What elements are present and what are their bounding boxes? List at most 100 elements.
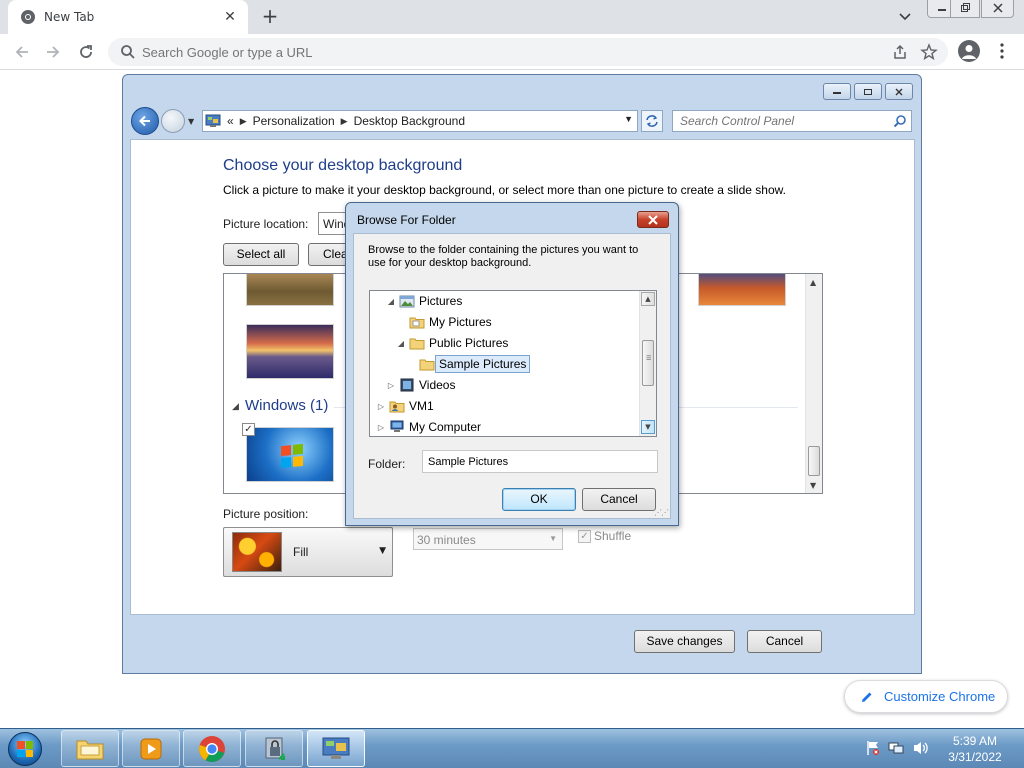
customize-chrome-button[interactable]: Customize Chrome <box>844 680 1008 713</box>
breadcrumb-overflow[interactable]: « <box>227 114 234 128</box>
scroll-down-icon[interactable]: ▼ <box>641 420 655 434</box>
new-tab-button[interactable]: + <box>258 6 282 28</box>
computer-icon <box>390 420 404 432</box>
cp-maximize-button[interactable] <box>854 83 882 100</box>
shuffle-label: Shuffle <box>594 529 632 543</box>
clock[interactable]: 5:39 AM 3/31/2022 <box>940 733 1010 765</box>
cp-cancel-button[interactable]: Cancel <box>747 630 822 653</box>
volume-icon[interactable] <box>912 740 930 756</box>
control-panel-icon <box>322 737 350 759</box>
share-icon[interactable] <box>892 44 908 60</box>
select-all-button[interactable]: Select all <box>223 243 299 266</box>
omnibox-input[interactable] <box>142 44 948 60</box>
taskbar-chrome[interactable] <box>183 730 241 767</box>
security-lock-icon <box>265 737 285 760</box>
cp-close-button[interactable] <box>885 83 913 100</box>
more-vert-icon[interactable] <box>995 42 1009 60</box>
reload-button[interactable] <box>74 40 98 64</box>
scroll-down-icon[interactable]: ▼ <box>810 481 816 490</box>
cp-back-button[interactable] <box>131 107 159 135</box>
taskbar-control-panel[interactable] <box>307 730 365 767</box>
tab-close-icon[interactable]: ✕ <box>222 9 238 25</box>
breadcrumb-personalization[interactable]: Personalization <box>253 114 335 128</box>
start-button[interactable] <box>8 732 42 766</box>
cp-refresh-button[interactable] <box>641 110 663 132</box>
picture-position-label: Picture position: <box>223 507 309 521</box>
folder-tree-scrollbar[interactable]: ▲ ☰ ▼ <box>639 291 656 436</box>
dialog-close-button[interactable] <box>637 211 669 228</box>
window-restore-button[interactable] <box>950 0 980 18</box>
dialog-title: Browse For Folder <box>357 213 456 227</box>
tree-item-videos[interactable]: ▷ Videos <box>386 375 456 395</box>
group-title-windows[interactable]: Windows (1) <box>245 397 328 414</box>
shuffle-checkbox: ✓ <box>578 530 591 543</box>
forward-button[interactable] <box>41 40 65 64</box>
taskbar-security-tool[interactable] <box>245 730 303 767</box>
cp-search-box[interactable] <box>672 110 912 132</box>
windows-logo-icon <box>281 443 303 469</box>
arrow-right-icon <box>47 46 60 58</box>
profile-avatar[interactable] <box>958 40 980 62</box>
picture-position-combo[interactable]: Fill ▼ <box>223 527 393 577</box>
tree-item-my-computer[interactable]: ▷ My Computer <box>376 417 481 436</box>
tree-item-pictures[interactable]: ◢ Pictures <box>386 291 462 311</box>
control-panel-icon <box>205 114 221 127</box>
tree-item-vm1[interactable]: ▷ VM1 <box>376 396 434 416</box>
tree-item-sample-pictures[interactable]: Sample Pictures <box>406 354 531 374</box>
cp-address-bar[interactable]: « ▶ Personalization ▶ Desktop Background… <box>202 110 638 132</box>
breadcrumb-desktop-background[interactable]: Desktop Background <box>354 114 465 128</box>
ok-button[interactable]: OK <box>502 488 576 511</box>
picture-thumbnail[interactable] <box>246 274 334 306</box>
tab-search-chevron-icon[interactable] <box>895 8 915 26</box>
position-preview-image <box>232 532 282 572</box>
tree-expander-icon[interactable]: ▷ <box>376 423 386 432</box>
search-icon[interactable] <box>893 114 907 128</box>
scroll-up-icon[interactable]: ▲ <box>810 278 816 287</box>
reload-icon <box>80 45 92 58</box>
dialog-cancel-button[interactable]: Cancel <box>582 488 656 511</box>
bookmark-star-icon[interactable] <box>920 43 938 61</box>
action-center-flag-icon[interactable] <box>866 740 880 756</box>
group-collapse-icon[interactable]: ◢ <box>232 402 239 412</box>
picture-list-scrollbar[interactable]: ▲ ▼ <box>805 274 822 493</box>
scroll-thumb[interactable] <box>808 446 820 476</box>
picture-thumbnail[interactable] <box>698 274 786 306</box>
scroll-up-icon[interactable]: ▲ <box>641 292 655 306</box>
cp-search-input[interactable] <box>680 114 893 128</box>
tree-expander-icon[interactable]: ◢ <box>386 297 396 306</box>
recent-pages-dropdown-icon[interactable]: ▼ <box>188 117 194 126</box>
taskbar-file-explorer[interactable] <box>61 730 119 767</box>
tree-item-public-pictures[interactable]: ◢ Public Pictures <box>396 333 508 353</box>
tree-expander-icon[interactable]: ▷ <box>386 381 396 390</box>
save-changes-button[interactable]: Save changes <box>634 630 735 653</box>
window-close-button[interactable] <box>981 0 1014 18</box>
windows-wallpaper-thumbnail[interactable] <box>246 427 334 482</box>
cp-forward-button[interactable] <box>161 109 185 133</box>
breadcrumb-chevron-icon[interactable]: ▶ <box>341 116 348 127</box>
customize-chrome-label: Customize Chrome <box>884 689 996 704</box>
clear-all-button[interactable]: Clear all <box>308 243 348 266</box>
media-player-icon <box>140 738 162 759</box>
cp-caption-buttons <box>823 83 913 100</box>
videos-library-icon <box>400 378 414 392</box>
dialog-description: Browse to the folder containing the pict… <box>368 244 639 269</box>
picture-thumbnail[interactable] <box>246 324 334 379</box>
taskbar-media-player[interactable] <box>122 730 180 767</box>
tab-new-tab[interactable]: New Tab ✕ <box>8 0 248 34</box>
breadcrumb-chevron-icon[interactable]: ▶ <box>240 116 247 127</box>
cp-minimize-button[interactable] <box>823 83 851 100</box>
tree-expander-icon[interactable]: ◢ <box>396 339 406 348</box>
back-button[interactable] <box>10 40 34 64</box>
tree-expander-icon[interactable]: ▷ <box>376 402 386 411</box>
thumbnail-checkbox[interactable]: ✓ <box>242 423 255 436</box>
network-icon[interactable] <box>888 740 904 756</box>
resize-grip-icon[interactable]: ⋰⋰ <box>654 508 669 517</box>
system-tray <box>866 740 930 756</box>
clock-time: 5:39 AM <box>952 734 998 748</box>
scroll-thumb[interactable]: ☰ <box>642 340 654 386</box>
omnibox[interactable] <box>108 38 948 66</box>
address-dropdown-icon[interactable]: ▼ <box>624 114 633 124</box>
tree-item-my-pictures[interactable]: My Pictures <box>396 312 492 332</box>
folder-icon <box>76 740 104 759</box>
folder-field[interactable] <box>422 450 658 473</box>
